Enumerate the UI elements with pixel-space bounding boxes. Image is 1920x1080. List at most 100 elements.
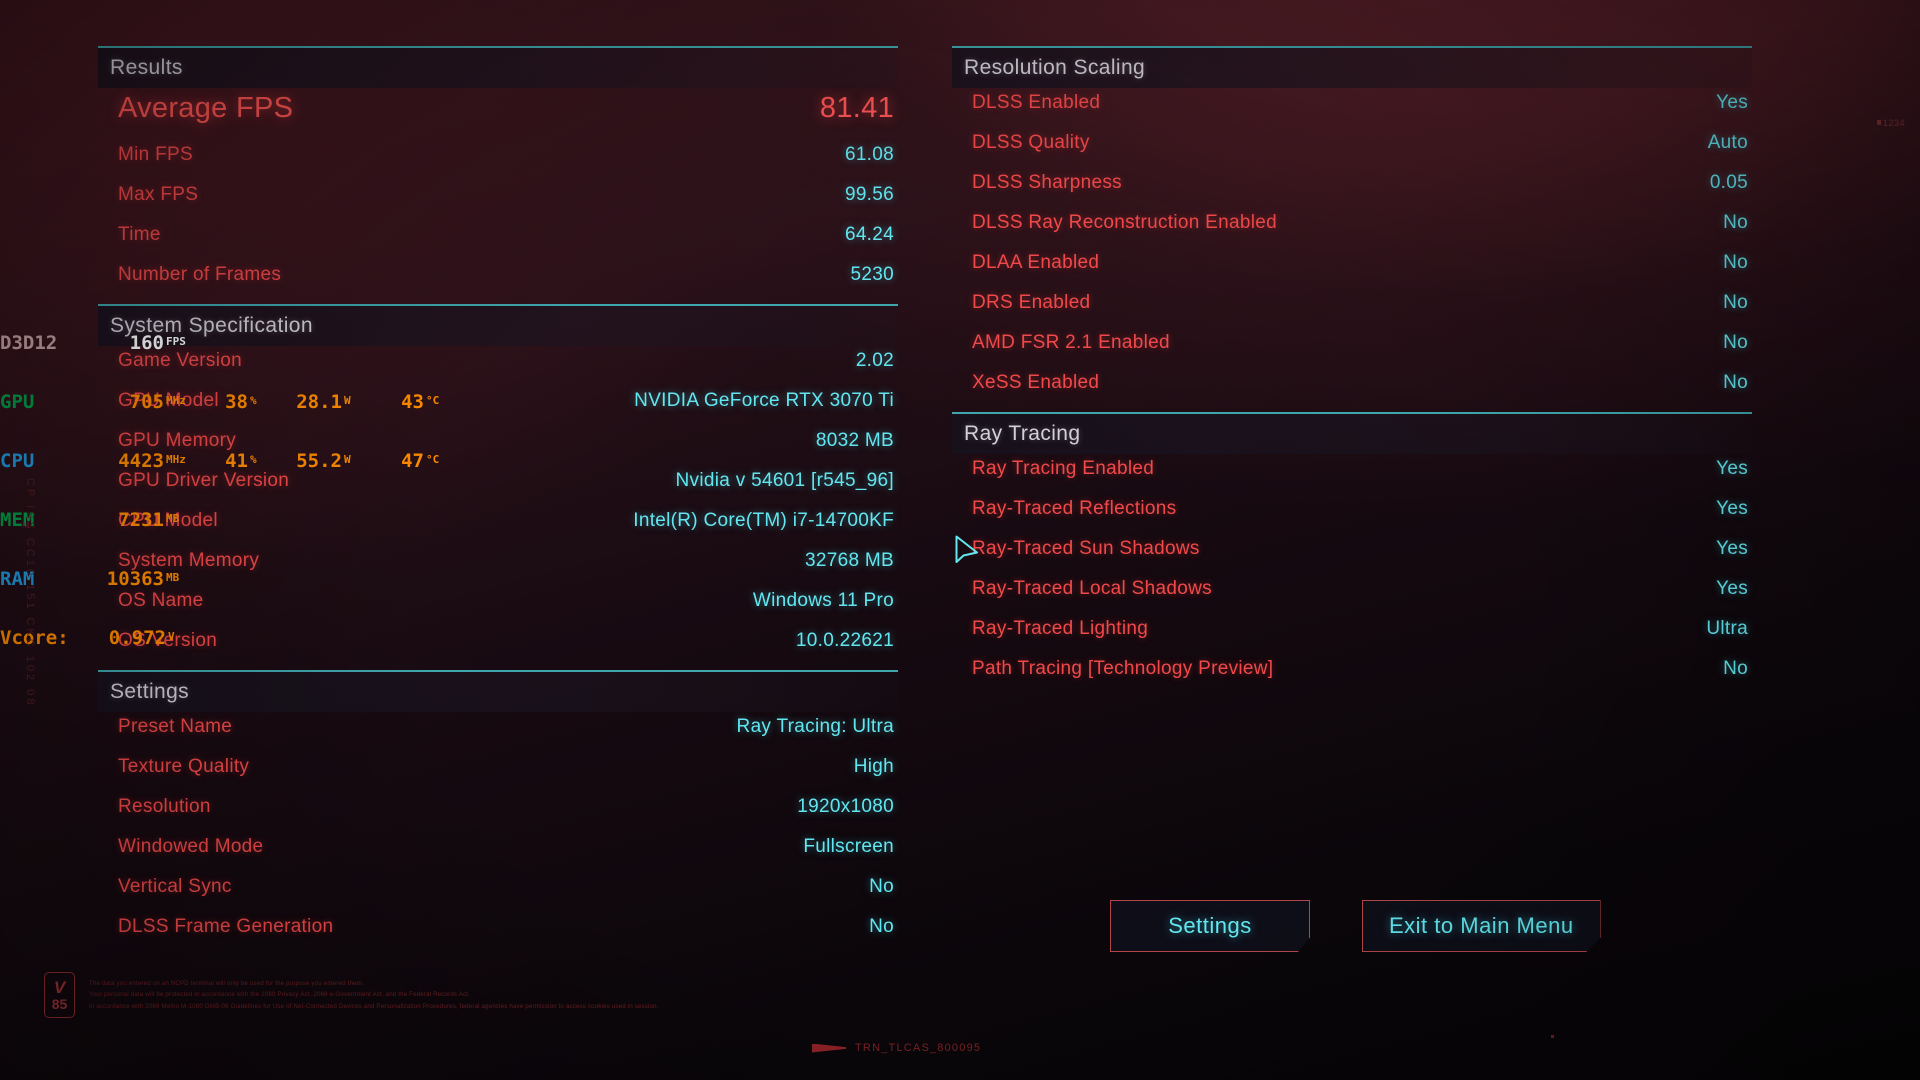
overlay-gpu-power-unit: W — [344, 394, 351, 407]
overlay-gpu-clock-value: 705 — [129, 391, 164, 413]
overlay-cpu-load-value: 41 — [225, 450, 248, 472]
row-value: 8032 MB — [815, 430, 894, 451]
bottom-watermark: TRN_TLCAS_800095 — [812, 1042, 981, 1054]
row-value: Ray Tracing: Ultra — [736, 716, 894, 737]
row-value: Ultra — [1706, 618, 1748, 639]
table-row: DLSS Enabled Yes — [952, 92, 1752, 132]
table-row: Ray Tracing Enabled Yes — [952, 458, 1752, 498]
exit-to-main-menu-button[interactable]: Exit to Main Menu — [1362, 900, 1601, 952]
overlay-api-label: D3D12 — [0, 332, 58, 354]
row-value: Yes — [1716, 578, 1748, 599]
row-label: Ray-Traced Lighting — [972, 618, 1149, 639]
mouse-cursor — [955, 535, 981, 574]
row-label: XeSS Enabled — [972, 372, 1100, 393]
section-title: Resolution Scaling — [964, 56, 1146, 79]
legal-line: Your personal data will be protected in … — [89, 991, 470, 999]
table-row: Resolution 1920x1080 — [98, 796, 898, 836]
row-label: DLSS Frame Generation — [118, 916, 334, 937]
overlay-cpu-power-unit: W — [344, 453, 351, 466]
row-label: DRS Enabled — [972, 292, 1091, 313]
table-row: Ray-Traced Sun Shadows Yes — [952, 538, 1752, 578]
row-value: No — [869, 916, 894, 937]
row-value: No — [869, 876, 894, 897]
vertical-decor-small: M — [22, 520, 31, 530]
table-row: DRS Enabled No — [952, 292, 1752, 332]
row-value: No — [1723, 372, 1748, 393]
table-row: Max FPS 99.56 — [98, 184, 898, 224]
overlay-cpu-load-unit: % — [250, 453, 257, 466]
resolution-scaling-list: DLSS Enabled Yes DLSS Quality Auto DLSS … — [952, 92, 1752, 412]
overlay-vcore-unit: V — [168, 630, 175, 643]
overlay-row-cpu: CPU 4423 MHz 41 % 55.2 W 47 °C — [0, 452, 439, 473]
overlay-vcore-label: Vcore: — [0, 627, 69, 649]
row-value: No — [1723, 658, 1748, 679]
top-right-marker: 1234 — [1877, 118, 1905, 128]
legal-line: In accordance with 2069 Memo M-1080 OMB-… — [89, 1002, 659, 1010]
row-value: 1920x1080 — [797, 796, 894, 817]
overlay-gpu-load-value: 38 — [225, 391, 248, 413]
watermark-text: TRN_TLCAS_800095 — [855, 1042, 982, 1054]
settings-button[interactable]: Settings — [1110, 900, 1310, 952]
row-label: Max FPS — [118, 184, 199, 205]
table-row: Average FPS 81.41 — [98, 92, 898, 144]
row-label: Ray Tracing Enabled — [972, 458, 1155, 479]
row-value: 61.08 — [844, 144, 894, 165]
table-row: DLSS Ray Reconstruction Enabled No — [952, 212, 1752, 252]
row-label: Average FPS — [118, 92, 294, 124]
row-label: Path Tracing [Technology Preview] — [972, 658, 1274, 679]
top-right-marker-text: 1234 — [1883, 118, 1906, 128]
overlay-api-fps-unit: FPS — [166, 335, 186, 348]
row-label: Ray-Traced Local Shadows — [972, 578, 1212, 599]
section-header-resolution-scaling: Resolution Scaling — [952, 46, 1752, 88]
table-row: Preset Name Ray Tracing: Ultra — [98, 716, 898, 756]
overlay-row-ram: RAM 10363 MB — [0, 570, 439, 591]
row-value: 0.05 — [1709, 172, 1748, 193]
row-value: 81.41 — [819, 92, 894, 124]
row-value: 10.0.22621 — [795, 630, 894, 651]
row-label: Texture Quality — [118, 756, 250, 777]
table-row: Time 64.24 — [98, 224, 898, 264]
overlay-mem-value: 7231 — [118, 509, 164, 531]
overlay-gpu-temp-value: 43 — [401, 391, 424, 413]
table-row: Vertical Sync No — [98, 876, 898, 916]
table-row: DLAA Enabled No — [952, 252, 1752, 292]
version-badge-top: V — [53, 978, 66, 997]
table-row: AMD FSR 2.1 Enabled No — [952, 332, 1752, 372]
overlay-row-vcore: Vcore: 0.972 V — [0, 629, 439, 650]
cursor-arrow-icon — [955, 535, 978, 563]
row-value: 2.02 — [855, 350, 894, 371]
legal-text: The data you entered on an NCPD terminal… — [89, 978, 659, 1012]
row-value: Intel(R) Core(TM) i7-14700KF — [633, 510, 894, 531]
row-label: Time — [118, 224, 161, 245]
table-row: Ray-Traced Lighting Ultra — [952, 618, 1752, 658]
row-label: Number of Frames — [118, 264, 282, 285]
row-value: No — [1723, 252, 1748, 273]
overlay-cpu-power-value: 55.2 — [296, 450, 342, 472]
overlay-cpu-temp-value: 47 — [401, 450, 424, 472]
row-value: No — [1723, 292, 1748, 313]
overlay-api-fps-value: 160 — [129, 332, 164, 354]
row-label: AMD FSR 2.1 Enabled — [972, 332, 1170, 353]
row-label: Preset Name — [118, 716, 233, 737]
table-row: DLSS Sharpness 0.05 — [952, 172, 1752, 212]
legal-disclaimer-block: V 85 The data you entered on an NCPD ter… — [44, 972, 659, 1018]
legal-line: The data you entered on an NCPD terminal… — [89, 979, 364, 987]
row-value: Windows 11 Pro — [752, 590, 894, 611]
row-value: NVIDIA GeForce RTX 3070 Ti — [634, 390, 894, 411]
table-row: DLSS Quality Auto — [952, 132, 1752, 172]
action-button-bar: Settings Exit to Main Menu — [1110, 900, 1601, 952]
table-row: DLSS Frame Generation No — [98, 916, 898, 956]
overlay-cpu-temp-unit: °C — [426, 453, 440, 466]
overlay-row-gpu: GPU 705 MHz 38 % 28.1 W 43 °C — [0, 393, 439, 414]
overlay-cpu-clock-unit: MHz — [166, 453, 186, 466]
performance-overlay: D3D12 160 FPS GPU 705 MHz 38 % 28.1 W 43… — [0, 296, 439, 688]
overlay-row-mem: MEM 7231 MB — [0, 511, 439, 532]
row-label: DLSS Sharpness — [972, 172, 1122, 193]
row-value: 32768 MB — [804, 550, 894, 571]
row-value: Nvidia v 54601 [r545_96] — [675, 470, 894, 491]
section-header-results: Results — [98, 46, 898, 88]
settings-list: Preset Name Ray Tracing: Ultra Texture Q… — [98, 716, 898, 956]
row-value: Yes — [1716, 92, 1748, 113]
ray-tracing-list: Ray Tracing Enabled Yes Ray-Traced Refle… — [952, 458, 1752, 698]
table-row: Path Tracing [Technology Preview] No — [952, 658, 1752, 698]
